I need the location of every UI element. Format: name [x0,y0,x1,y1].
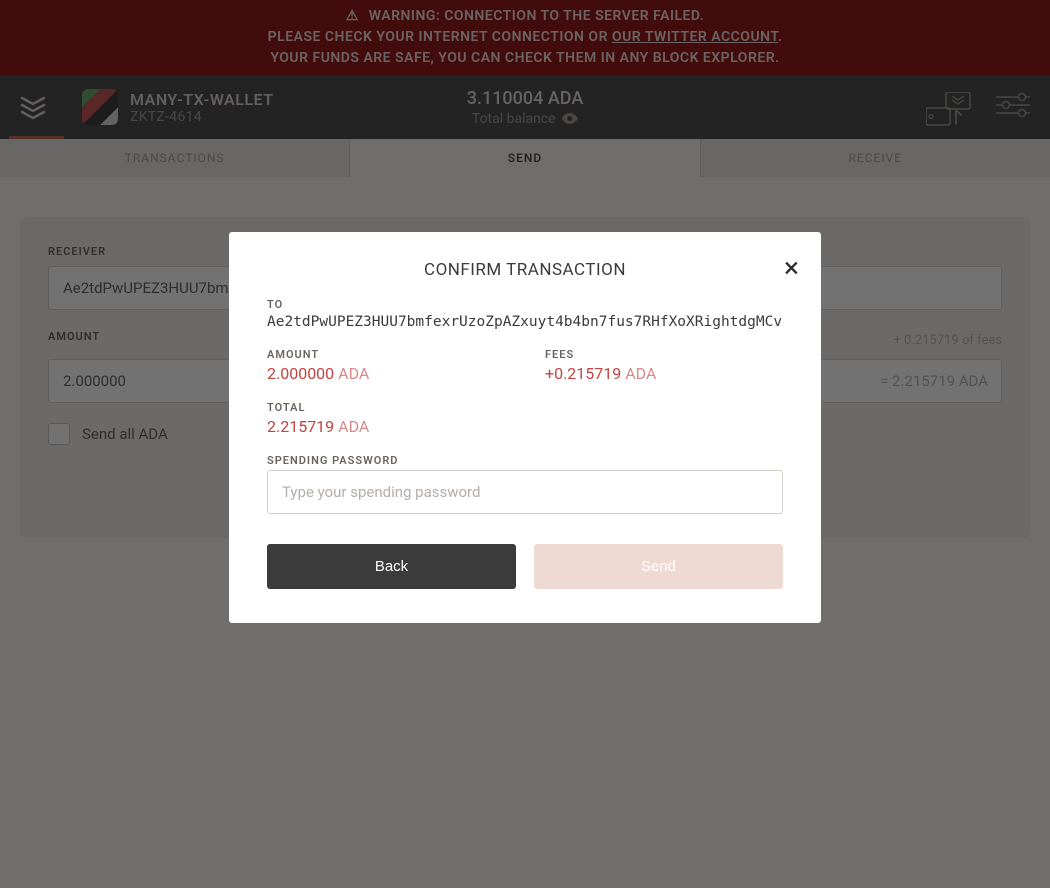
back-button[interactable]: Back [267,544,516,589]
modal-amount-value: 2.000000 ADA [267,364,505,383]
to-label: TO [267,298,783,311]
modal-fees-value: +0.215719 ADA [545,364,783,383]
spending-password-input[interactable] [267,470,783,514]
send-button[interactable]: Send [534,544,783,589]
to-value: Ae2tdPwUPEZ3HUU7bmfexrUzoZpAZxuyt4b4bn7f… [267,314,783,330]
modal-overlay[interactable]: CONFIRM TRANSACTION × TO Ae2tdPwUPEZ3HUU… [0,0,1050,888]
close-icon[interactable]: × [784,254,799,282]
password-label: SPENDING PASSWORD [267,454,783,467]
modal-amount-label: AMOUNT [267,348,505,361]
modal-total-label: TOTAL [267,401,783,414]
modal-total-value: 2.215719 ADA [267,417,783,436]
confirm-transaction-modal: CONFIRM TRANSACTION × TO Ae2tdPwUPEZ3HUU… [229,232,821,623]
modal-fees-label: FEES [545,348,783,361]
modal-title: CONFIRM TRANSACTION [267,260,783,280]
